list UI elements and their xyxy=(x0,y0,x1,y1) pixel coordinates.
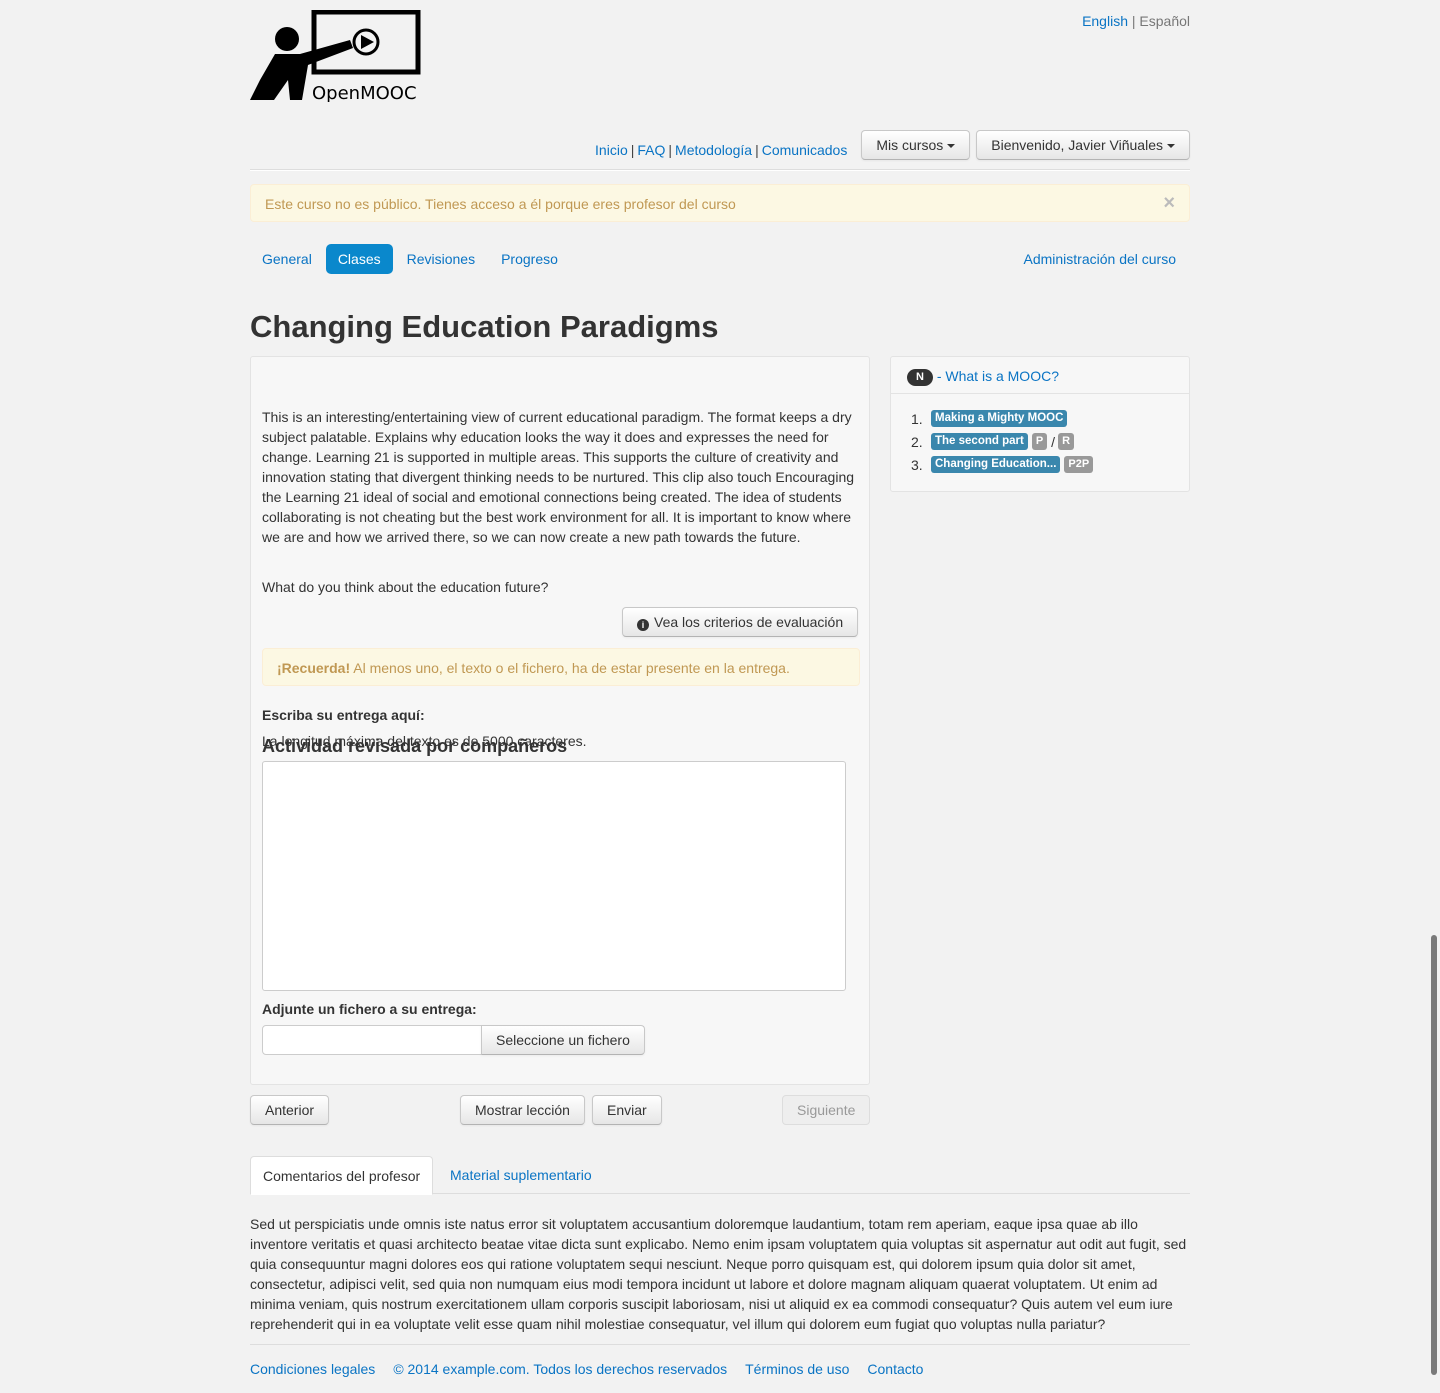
nav-separator: | xyxy=(630,142,635,158)
openmooc-logo[interactable]: OpenMOOC xyxy=(250,10,422,102)
tab-supplementary-material[interactable]: Material suplementario xyxy=(438,1156,604,1194)
lesson-tag-p[interactable]: P xyxy=(1031,433,1048,450)
unit-title-link[interactable]: - What is a MOOC? xyxy=(937,368,1059,384)
page-scrollbar[interactable] xyxy=(1431,935,1437,1375)
lesson-link[interactable]: The second part xyxy=(931,433,1028,450)
lesson-item: 1. Making a Mighty MOOC xyxy=(911,407,1093,430)
unit-header: N - What is a MOOC? xyxy=(891,357,1189,394)
teacher-comments-text: Sed ut perspiciatis unde omnis iste natu… xyxy=(250,1216,1187,1332)
lesson-tag-p2p[interactable]: P2P xyxy=(1064,456,1094,473)
file-attach-label: Adjunte un fichero a su entrega: xyxy=(262,1001,477,1017)
bottom-tabs: Comentarios del profesor Material suplem… xyxy=(250,1156,1190,1195)
lang-espanol[interactable]: Español xyxy=(1139,13,1190,29)
nav-separator: | xyxy=(668,142,673,158)
caret-down-icon xyxy=(947,144,956,149)
lang-english[interactable]: English xyxy=(1082,13,1128,29)
my-courses-label: Mis cursos xyxy=(876,137,944,153)
reminder-alert: ¡Recuerda! Al menos uno, el texto o el f… xyxy=(262,648,860,686)
logo-text: OpenMOOC xyxy=(312,83,417,102)
user-menu-dropdown[interactable]: Bienvenido, Javier Viñuales xyxy=(976,130,1190,160)
file-name-input[interactable] xyxy=(262,1025,482,1055)
tag-separator: / xyxy=(1051,433,1056,450)
lesson-item: 2. The second part P / R xyxy=(911,430,1093,453)
alert-text: Este curso no es público. Tienes acceso … xyxy=(265,196,736,212)
unit-sidebar: N - What is a MOOC? 1. Making a Mighty M… xyxy=(890,356,1190,492)
tab-revisiones[interactable]: Revisiones xyxy=(395,244,487,274)
unit-badge: N xyxy=(907,369,933,386)
top-nav: Inicio | FAQ | Metodología | Comunicados Mis c… xyxy=(595,130,1190,160)
activity-question: What do you think about the education fu… xyxy=(262,579,549,595)
info-icon: i xyxy=(637,619,649,631)
footer: Condiciones legales © 2014 example.com. … xyxy=(250,1359,941,1379)
page-title: Changing Education Paradigms xyxy=(250,309,719,344)
lesson-link[interactable]: Making a Mighty MOOC xyxy=(931,410,1068,427)
my-courses-dropdown[interactable]: Mis cursos xyxy=(861,130,971,160)
nav-links: Inicio | FAQ | Metodología | Comunicados xyxy=(595,130,847,160)
footer-legal-link[interactable]: Condiciones legales xyxy=(250,1359,375,1379)
footer-terms-link[interactable]: Términos de uso xyxy=(745,1359,849,1379)
header-divider xyxy=(250,169,1190,171)
criteria-button-label: Vea los criterios de evaluación xyxy=(654,614,844,630)
footer-copyright-link[interactable]: © 2014 example.com. Todos los derechos r… xyxy=(393,1359,727,1379)
reminder-strong: ¡Recuerda! xyxy=(277,660,351,676)
language-switcher: English | Español xyxy=(1082,11,1190,31)
nav-inicio[interactable]: Inicio xyxy=(595,142,628,158)
lesson-number: 3. xyxy=(911,456,923,473)
tab-general[interactable]: General xyxy=(250,244,324,274)
course-tabs: General Clases Revisiones Progreso xyxy=(250,244,572,274)
footer-contact-link[interactable]: Contacto xyxy=(867,1359,923,1379)
private-course-alert: Este curso no es público. Tienes acceso … xyxy=(250,184,1190,222)
lesson-number: 1. xyxy=(911,410,923,427)
file-upload-row: Seleccione un fichero xyxy=(262,1025,645,1055)
submit-button[interactable]: Enviar xyxy=(592,1095,662,1125)
lang-separator: | xyxy=(1131,13,1136,29)
activity-panel: Actividad revisada por compañeros This i… xyxy=(250,356,870,1085)
nav-comunicados[interactable]: Comunicados xyxy=(762,142,848,158)
lesson-number: 2. xyxy=(911,433,923,450)
close-icon[interactable]: × xyxy=(1163,193,1175,213)
lesson-tag-r[interactable]: R xyxy=(1058,433,1075,450)
next-button: Siguiente xyxy=(782,1095,871,1125)
activity-description: This is an interesting/entertaining view… xyxy=(262,409,855,545)
tab-clases[interactable]: Clases xyxy=(325,244,393,274)
max-length-help: La longitud máxima del texto es de 5000 … xyxy=(262,733,587,749)
caret-down-icon xyxy=(1167,144,1175,149)
lesson-link[interactable]: Changing Education... xyxy=(931,456,1061,473)
footer-divider xyxy=(250,1344,1190,1345)
course-admin-link[interactable]: Administración del curso xyxy=(1023,249,1176,269)
evaluation-criteria-button[interactable]: i Vea los criterios de evaluación xyxy=(622,607,859,637)
user-menu-label: Bienvenido, Javier Viñuales xyxy=(991,137,1163,153)
nav-separator: | xyxy=(755,142,759,158)
nav-faq[interactable]: FAQ xyxy=(637,142,665,158)
lesson-item: 3. Changing Education... P2P xyxy=(911,453,1094,476)
tab-progreso[interactable]: Progreso xyxy=(489,244,570,274)
select-file-button[interactable]: Seleccione un fichero xyxy=(481,1025,645,1055)
show-lesson-button[interactable]: Mostrar lección xyxy=(460,1095,585,1125)
nav-metodologia[interactable]: Metodología xyxy=(675,142,752,158)
previous-button[interactable]: Anterior xyxy=(250,1095,330,1125)
submission-text-label: Escriba su entrega aquí: xyxy=(262,707,425,723)
reminder-text: Al menos uno, el texto o el fichero, ha … xyxy=(350,660,790,676)
submission-textarea[interactable] xyxy=(262,761,846,991)
tab-teacher-comments[interactable]: Comentarios del profesor xyxy=(250,1156,434,1195)
lesson-list: 1. Making a Mighty MOOC 2. The second pa… xyxy=(911,407,1094,476)
